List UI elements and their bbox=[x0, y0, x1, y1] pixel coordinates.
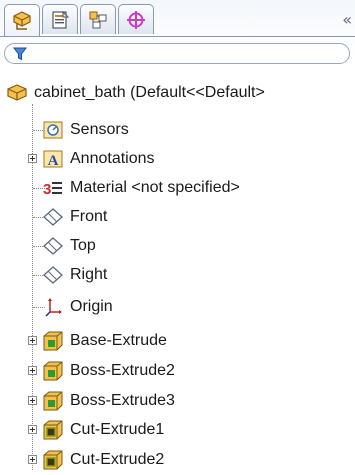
tree-item-label: Material <not specified> bbox=[70, 179, 240, 196]
expand-toggle[interactable] bbox=[28, 154, 37, 163]
tree-item-boss-extrude2[interactable]: Boss-Extrude2 bbox=[42, 358, 175, 384]
tree-item-label: Annotations bbox=[70, 150, 155, 167]
tree-item-material[interactable]: 3 Material <not specified> bbox=[42, 175, 240, 201]
svg-text:A: A bbox=[48, 153, 59, 169]
expand-toggle[interactable] bbox=[28, 336, 37, 345]
tree-item-label: Right bbox=[70, 266, 108, 283]
tree-item-label: Top bbox=[70, 237, 96, 254]
expand-toggle[interactable] bbox=[28, 366, 37, 375]
tree-item-sensors[interactable]: Sensors bbox=[42, 117, 129, 143]
feature-tree: cabinet_bath (Default<<Default> Sensors … bbox=[0, 0, 355, 475]
plane-icon bbox=[42, 264, 64, 286]
origin-icon bbox=[42, 296, 64, 318]
part-icon bbox=[6, 82, 28, 104]
tree-item-label: Origin bbox=[70, 298, 113, 315]
expand-toggle[interactable] bbox=[28, 425, 37, 434]
feature-manager-panel: « cabinet_bath (Default<<Default> Sensor… bbox=[0, 0, 355, 475]
annotations-icon: A bbox=[42, 148, 64, 170]
tree-root-part[interactable]: cabinet_bath (Default<<Default> bbox=[6, 80, 265, 106]
tree-item-annotations[interactable]: A Annotations bbox=[42, 146, 155, 172]
plane-icon bbox=[42, 206, 64, 228]
tree-item-label: Sensors bbox=[70, 121, 129, 138]
cut-extrude-icon bbox=[42, 449, 64, 471]
tree-item-label: Cut-Extrude1 bbox=[70, 421, 165, 438]
root-part-label: cabinet_bath (Default<<Default> bbox=[34, 84, 265, 101]
svg-text:3: 3 bbox=[43, 181, 51, 198]
sensors-icon bbox=[42, 119, 64, 141]
expand-toggle[interactable] bbox=[28, 396, 37, 405]
tree-item-cut-extrude1[interactable]: Cut-Extrude1 bbox=[42, 417, 164, 443]
tree-item-origin[interactable]: Origin bbox=[42, 294, 113, 320]
tree-item-base-extrude[interactable]: Base-Extrude bbox=[42, 328, 167, 354]
tree-item-cut-extrude2[interactable]: Cut-Extrude2 bbox=[42, 447, 164, 473]
boss-extrude-icon bbox=[42, 390, 64, 412]
tree-item-label: Cut-Extrude2 bbox=[70, 451, 165, 468]
tree-item-boss-extrude3[interactable]: Boss-Extrude3 bbox=[42, 388, 175, 414]
tree-item-label: Boss-Extrude2 bbox=[70, 362, 175, 379]
cut-extrude-icon bbox=[42, 419, 64, 441]
tree-item-label: Front bbox=[70, 208, 108, 225]
tree-item-label: Base-Extrude bbox=[70, 332, 167, 349]
plane-icon bbox=[42, 235, 64, 257]
boss-extrude-icon bbox=[42, 330, 64, 352]
tree-item-front-plane[interactable]: Front bbox=[42, 204, 107, 230]
tree-item-top-plane[interactable]: Top bbox=[42, 233, 96, 259]
boss-extrude-icon bbox=[42, 360, 64, 382]
material-icon: 3 bbox=[42, 177, 64, 199]
tree-item-label: Boss-Extrude3 bbox=[70, 392, 175, 409]
tree-item-right-plane[interactable]: Right bbox=[42, 262, 107, 288]
expand-toggle[interactable] bbox=[28, 455, 37, 464]
